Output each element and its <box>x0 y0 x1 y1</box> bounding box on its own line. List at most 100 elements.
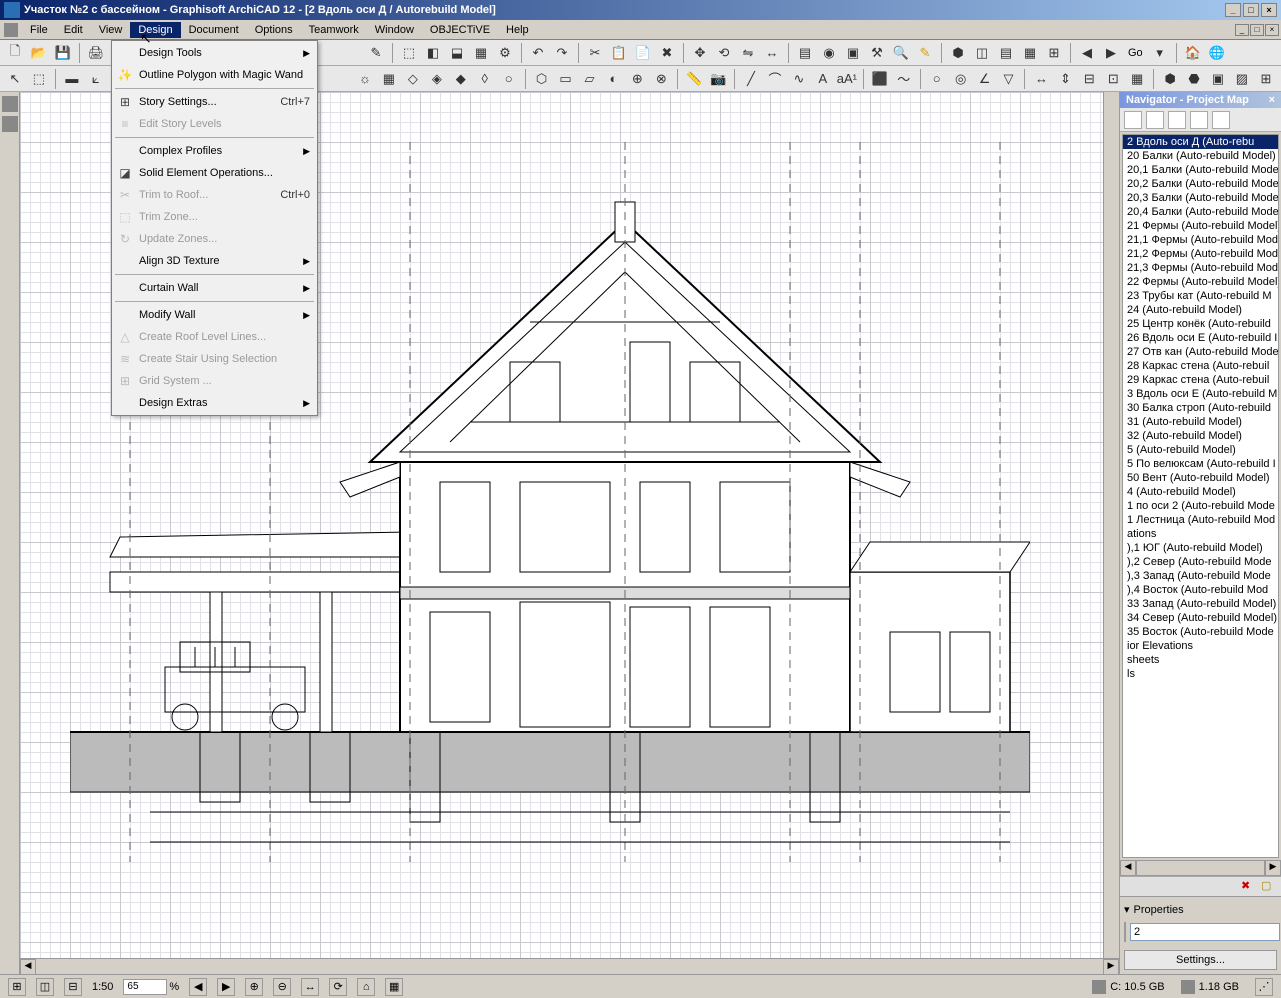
nav-project-icon[interactable]: 🏠 <box>1182 42 1204 64</box>
sb-nav-7-icon[interactable]: ⌂ <box>357 978 375 996</box>
nav-item[interactable]: 3 Вдоль оси Е (Auto-rebuild M <box>1123 387 1278 401</box>
spline-icon[interactable]: ～ <box>893 68 915 90</box>
rotate-icon[interactable]: ⟲ <box>713 42 735 64</box>
arc-icon[interactable]: ⌒ <box>764 68 786 90</box>
sb-nav-1-icon[interactable]: ◀ <box>189 978 207 996</box>
settings-icon[interactable]: ⚒ <box>866 42 888 64</box>
nav-item[interactable]: 4 (Auto-rebuild Model) <box>1123 485 1278 499</box>
move-icon[interactable]: ✥ <box>689 42 711 64</box>
section-icon[interactable]: ⊟ <box>1078 68 1100 90</box>
nav-item[interactable]: 24 (Auto-rebuild Model) <box>1123 303 1278 317</box>
nav-item[interactable]: 20,4 Балки (Auto-rebuild Mode <box>1123 205 1278 219</box>
nav-item[interactable]: 32 (Auto-rebuild Model) <box>1123 429 1278 443</box>
nav-tb1-icon[interactable] <box>1124 111 1142 129</box>
t11-icon[interactable]: ⊗ <box>650 68 672 90</box>
sb-tool-1-icon[interactable]: ⊞ <box>8 978 26 996</box>
tool-e-icon[interactable]: ⚙ <box>494 42 516 64</box>
menu-help[interactable]: Help <box>498 22 537 38</box>
label-icon[interactable]: aA¹ <box>836 68 858 90</box>
print-icon[interactable]: 🖨 <box>85 42 107 64</box>
navigator-title[interactable]: Navigator - Project Map × <box>1120 92 1281 108</box>
circle-icon[interactable]: ○ <box>926 68 948 90</box>
zoom-input[interactable] <box>123 979 167 995</box>
sb-nav-3-icon[interactable]: ⊕ <box>245 978 263 996</box>
mdi-minimize-button[interactable]: _ <box>1235 24 1249 36</box>
menu-item[interactable]: ⊞Story Settings...Ctrl+7 <box>113 91 316 113</box>
t3-icon[interactable]: ◆ <box>450 68 472 90</box>
go-label[interactable]: Go <box>1124 47 1147 59</box>
close-button[interactable]: × <box>1261 3 1277 17</box>
nav-item[interactable]: 5 По велюксам (Auto-rebuild I <box>1123 457 1278 471</box>
resize-grip-icon[interactable]: ⋰ <box>1255 978 1273 996</box>
dim-icon[interactable]: ↔ <box>1030 68 1052 90</box>
paste-icon[interactable]: 📄 <box>632 42 654 64</box>
menu-item[interactable]: ◪Solid Element Operations... <box>113 162 316 184</box>
line-icon[interactable]: ╱ <box>740 68 762 90</box>
t9-icon[interactable]: ◐ <box>602 68 624 90</box>
nav-tb2-icon[interactable] <box>1146 111 1164 129</box>
doc-menu-icon[interactable] <box>4 23 18 37</box>
nav-scroll-right-icon[interactable]: ▶ <box>1265 860 1281 876</box>
brush-icon[interactable]: ✎ <box>365 42 387 64</box>
nav-item[interactable]: 33 Запад (Auto-rebuild Model) <box>1123 597 1278 611</box>
nav-item[interactable]: 29 Каркас стена (Auto-rebuil <box>1123 373 1278 387</box>
scale-label[interactable]: 1:50 <box>92 981 113 993</box>
open-icon[interactable]: 📂 <box>28 42 50 64</box>
obj2-icon[interactable]: ⬣ <box>1183 68 1205 90</box>
fill-icon[interactable]: ⬛ <box>869 68 891 90</box>
redo-icon[interactable]: ↷ <box>551 42 573 64</box>
nav-item[interactable]: ),2 Север (Auto-rebuild Mode <box>1123 555 1278 569</box>
mirror-icon[interactable]: ⇋ <box>737 42 759 64</box>
delete-icon[interactable]: ✖ <box>656 42 678 64</box>
nav-dd-icon[interactable]: ▾ <box>1149 42 1171 64</box>
prop-id-input[interactable] <box>1130 923 1280 941</box>
menu-item[interactable]: Align 3D Texture▶ <box>113 250 316 272</box>
sb-nav-2-icon[interactable]: ▶ <box>217 978 235 996</box>
layers-icon[interactable]: ▤ <box>794 42 816 64</box>
view2-icon[interactable]: ▤ <box>995 42 1017 64</box>
maximize-button[interactable]: □ <box>1243 3 1259 17</box>
t7-icon[interactable]: ▭ <box>555 68 577 90</box>
measure-icon[interactable]: 📏 <box>683 68 705 90</box>
tool-c-icon[interactable]: ⬓ <box>446 42 468 64</box>
obj3-icon[interactable]: ▣ <box>1207 68 1229 90</box>
t10-icon[interactable]: ⊕ <box>626 68 648 90</box>
menu-item[interactable]: Design Tools▶ <box>113 42 316 64</box>
nav-item[interactable]: 26 Вдоль оси Е (Auto-rebuild I <box>1123 331 1278 345</box>
marquee-icon[interactable]: ⬚ <box>28 68 50 90</box>
view3-icon[interactable]: ▦ <box>1019 42 1041 64</box>
t4-icon[interactable]: ◊ <box>474 68 496 90</box>
nav-item[interactable]: 2 Вдоль оси Д (Auto-rebu <box>1123 135 1278 149</box>
profile-icon[interactable]: ▣ <box>842 42 864 64</box>
nav-fwd-icon[interactable]: ▶ <box>1100 42 1122 64</box>
nav-item[interactable]: 21,3 Фермы (Auto-rebuild Mod <box>1123 261 1278 275</box>
nav-item[interactable]: ),4 Восток (Auto-rebuild Mod <box>1123 583 1278 597</box>
nav-tb4-icon[interactable] <box>1190 111 1208 129</box>
cut-icon[interactable]: ✂ <box>584 42 606 64</box>
menu-window[interactable]: Window <box>367 22 422 38</box>
copy-icon[interactable]: 📋 <box>608 42 630 64</box>
nav-item[interactable]: sheets <box>1123 653 1278 667</box>
menu-item[interactable]: Modify Wall▶ <box>113 304 316 326</box>
nav-item[interactable]: ior Elevations <box>1123 639 1278 653</box>
t1-icon[interactable]: ◇ <box>402 68 424 90</box>
find-icon[interactable]: 🔍 <box>890 42 912 64</box>
nav-item[interactable]: 35 Восток (Auto-rebuild Mode <box>1123 625 1278 639</box>
settings-button[interactable]: Settings... <box>1124 950 1277 970</box>
navigator-close-icon[interactable]: × <box>1269 94 1275 106</box>
menu-item[interactable]: Complex Profiles▶ <box>113 140 316 162</box>
minimize-button[interactable]: _ <box>1225 3 1241 17</box>
arrow-tool-icon[interactable]: ↖ <box>4 68 26 90</box>
scroll-left-icon[interactable]: ◀ <box>20 959 36 974</box>
menu-teamwork[interactable]: Teamwork <box>301 22 367 38</box>
nav-item[interactable]: ations <box>1123 527 1278 541</box>
prop-type-icon[interactable] <box>1124 922 1126 942</box>
nav-item[interactable]: 1 Лестница (Auto-rebuild Mod <box>1123 513 1278 527</box>
nav-item[interactable]: 50 Вент (Auto-rebuild Model) <box>1123 471 1278 485</box>
menu-file[interactable]: File <box>22 22 56 38</box>
text-icon[interactable]: A <box>812 68 834 90</box>
elev-icon[interactable]: ⇕ <box>1054 68 1076 90</box>
3d-icon[interactable]: ⬢ <box>947 42 969 64</box>
nav-back-icon[interactable]: ◀ <box>1076 42 1098 64</box>
grid-tool-icon[interactable]: ▦ <box>378 68 400 90</box>
